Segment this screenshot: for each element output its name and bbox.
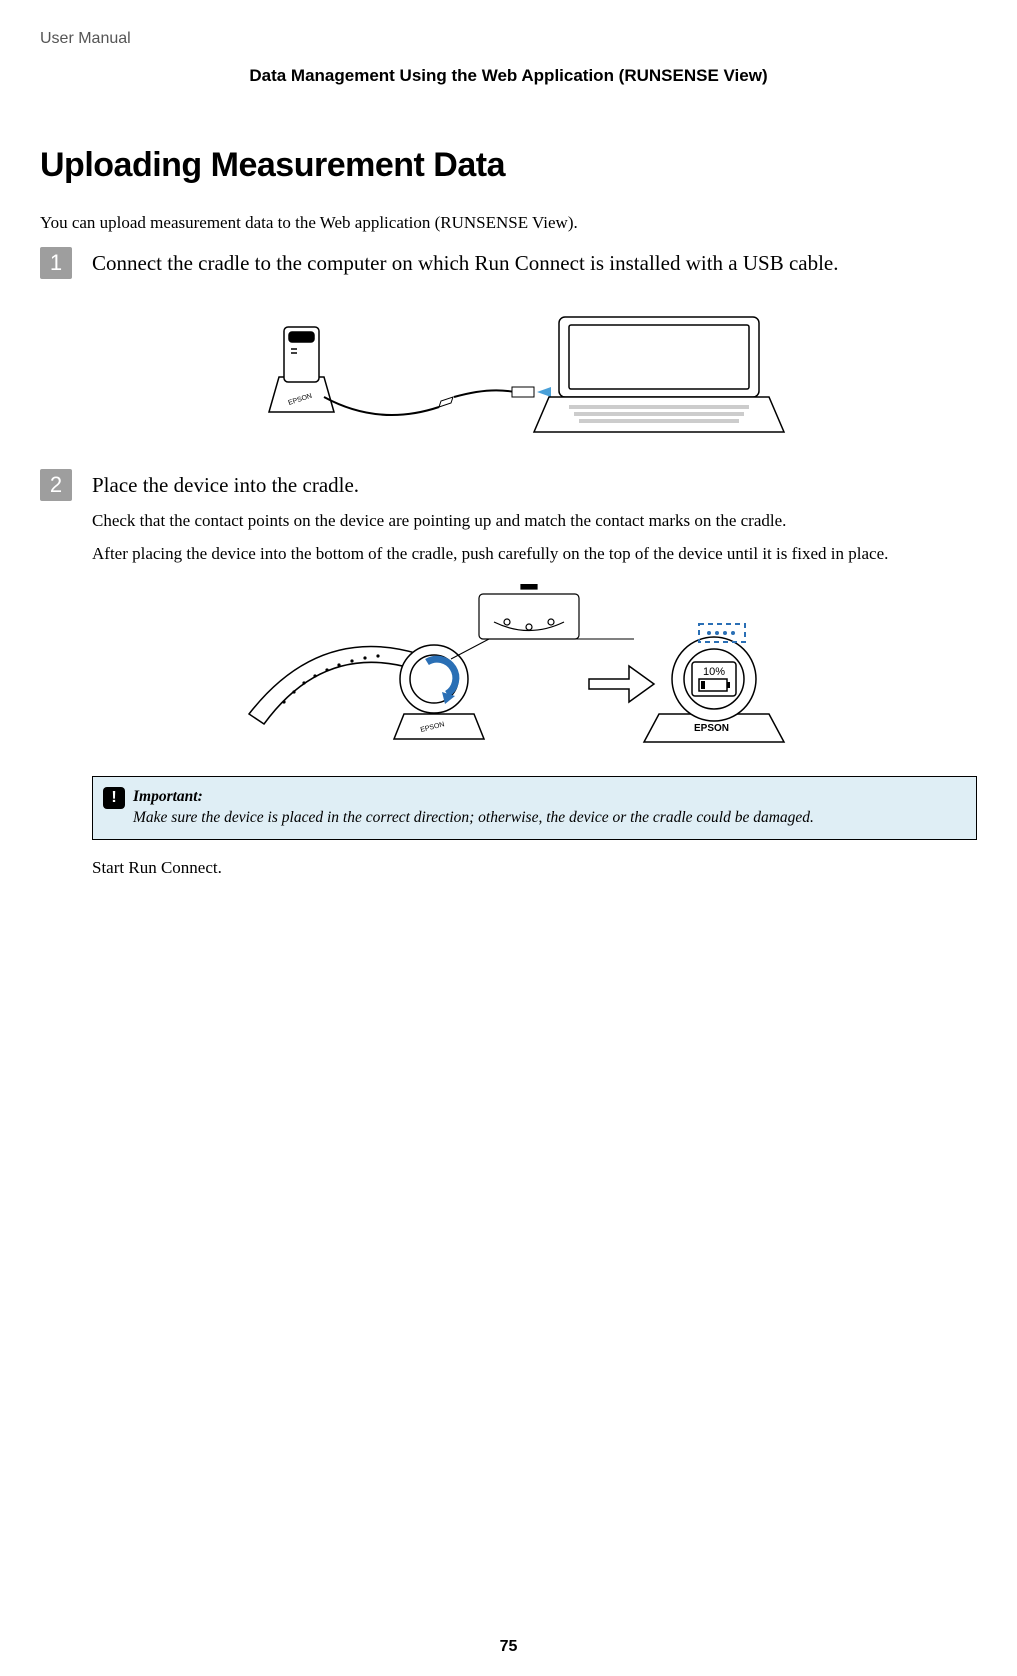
percent-label: 10% bbox=[703, 666, 725, 678]
intro-text: You can upload measurement data to the W… bbox=[40, 213, 977, 233]
step-2-body-p1: Check that the contact points on the dev… bbox=[92, 509, 977, 534]
step-1-text: Connect the cradle to the computer on wh… bbox=[92, 247, 839, 277]
step-2-body: Check that the contact points on the dev… bbox=[92, 509, 977, 566]
after-callout-text: Start Run Connect. bbox=[92, 858, 977, 878]
step-2: 2 Place the device into the cradle. bbox=[40, 469, 977, 501]
document-type-label: User Manual bbox=[40, 30, 977, 48]
page-title: Uploading Measurement Data bbox=[40, 146, 977, 185]
important-callout: ! Important: Make sure the device is pla… bbox=[92, 776, 977, 840]
figure-device-in-cradle: EPSON 10% EPSON bbox=[40, 584, 977, 754]
brand-label: EPSON bbox=[694, 723, 729, 734]
callout-label: Important: bbox=[133, 788, 203, 805]
step-1: 1 Connect the cradle to the computer on … bbox=[40, 247, 977, 279]
step-number-badge: 2 bbox=[40, 469, 72, 501]
figure-cradle-laptop: EPSON bbox=[40, 297, 977, 447]
callout-text: Important: Make sure the device is place… bbox=[133, 787, 814, 829]
page-number: 75 bbox=[0, 1638, 1017, 1656]
callout-body: Make sure the device is placed in the co… bbox=[133, 809, 814, 826]
step-2-body-p2: After placing the device into the bottom… bbox=[92, 542, 977, 567]
warning-icon: ! bbox=[103, 787, 125, 809]
section-header: Data Management Using the Web Applicatio… bbox=[40, 66, 977, 86]
step-number-badge: 1 bbox=[40, 247, 72, 279]
step-2-text: Place the device into the cradle. bbox=[92, 469, 359, 499]
